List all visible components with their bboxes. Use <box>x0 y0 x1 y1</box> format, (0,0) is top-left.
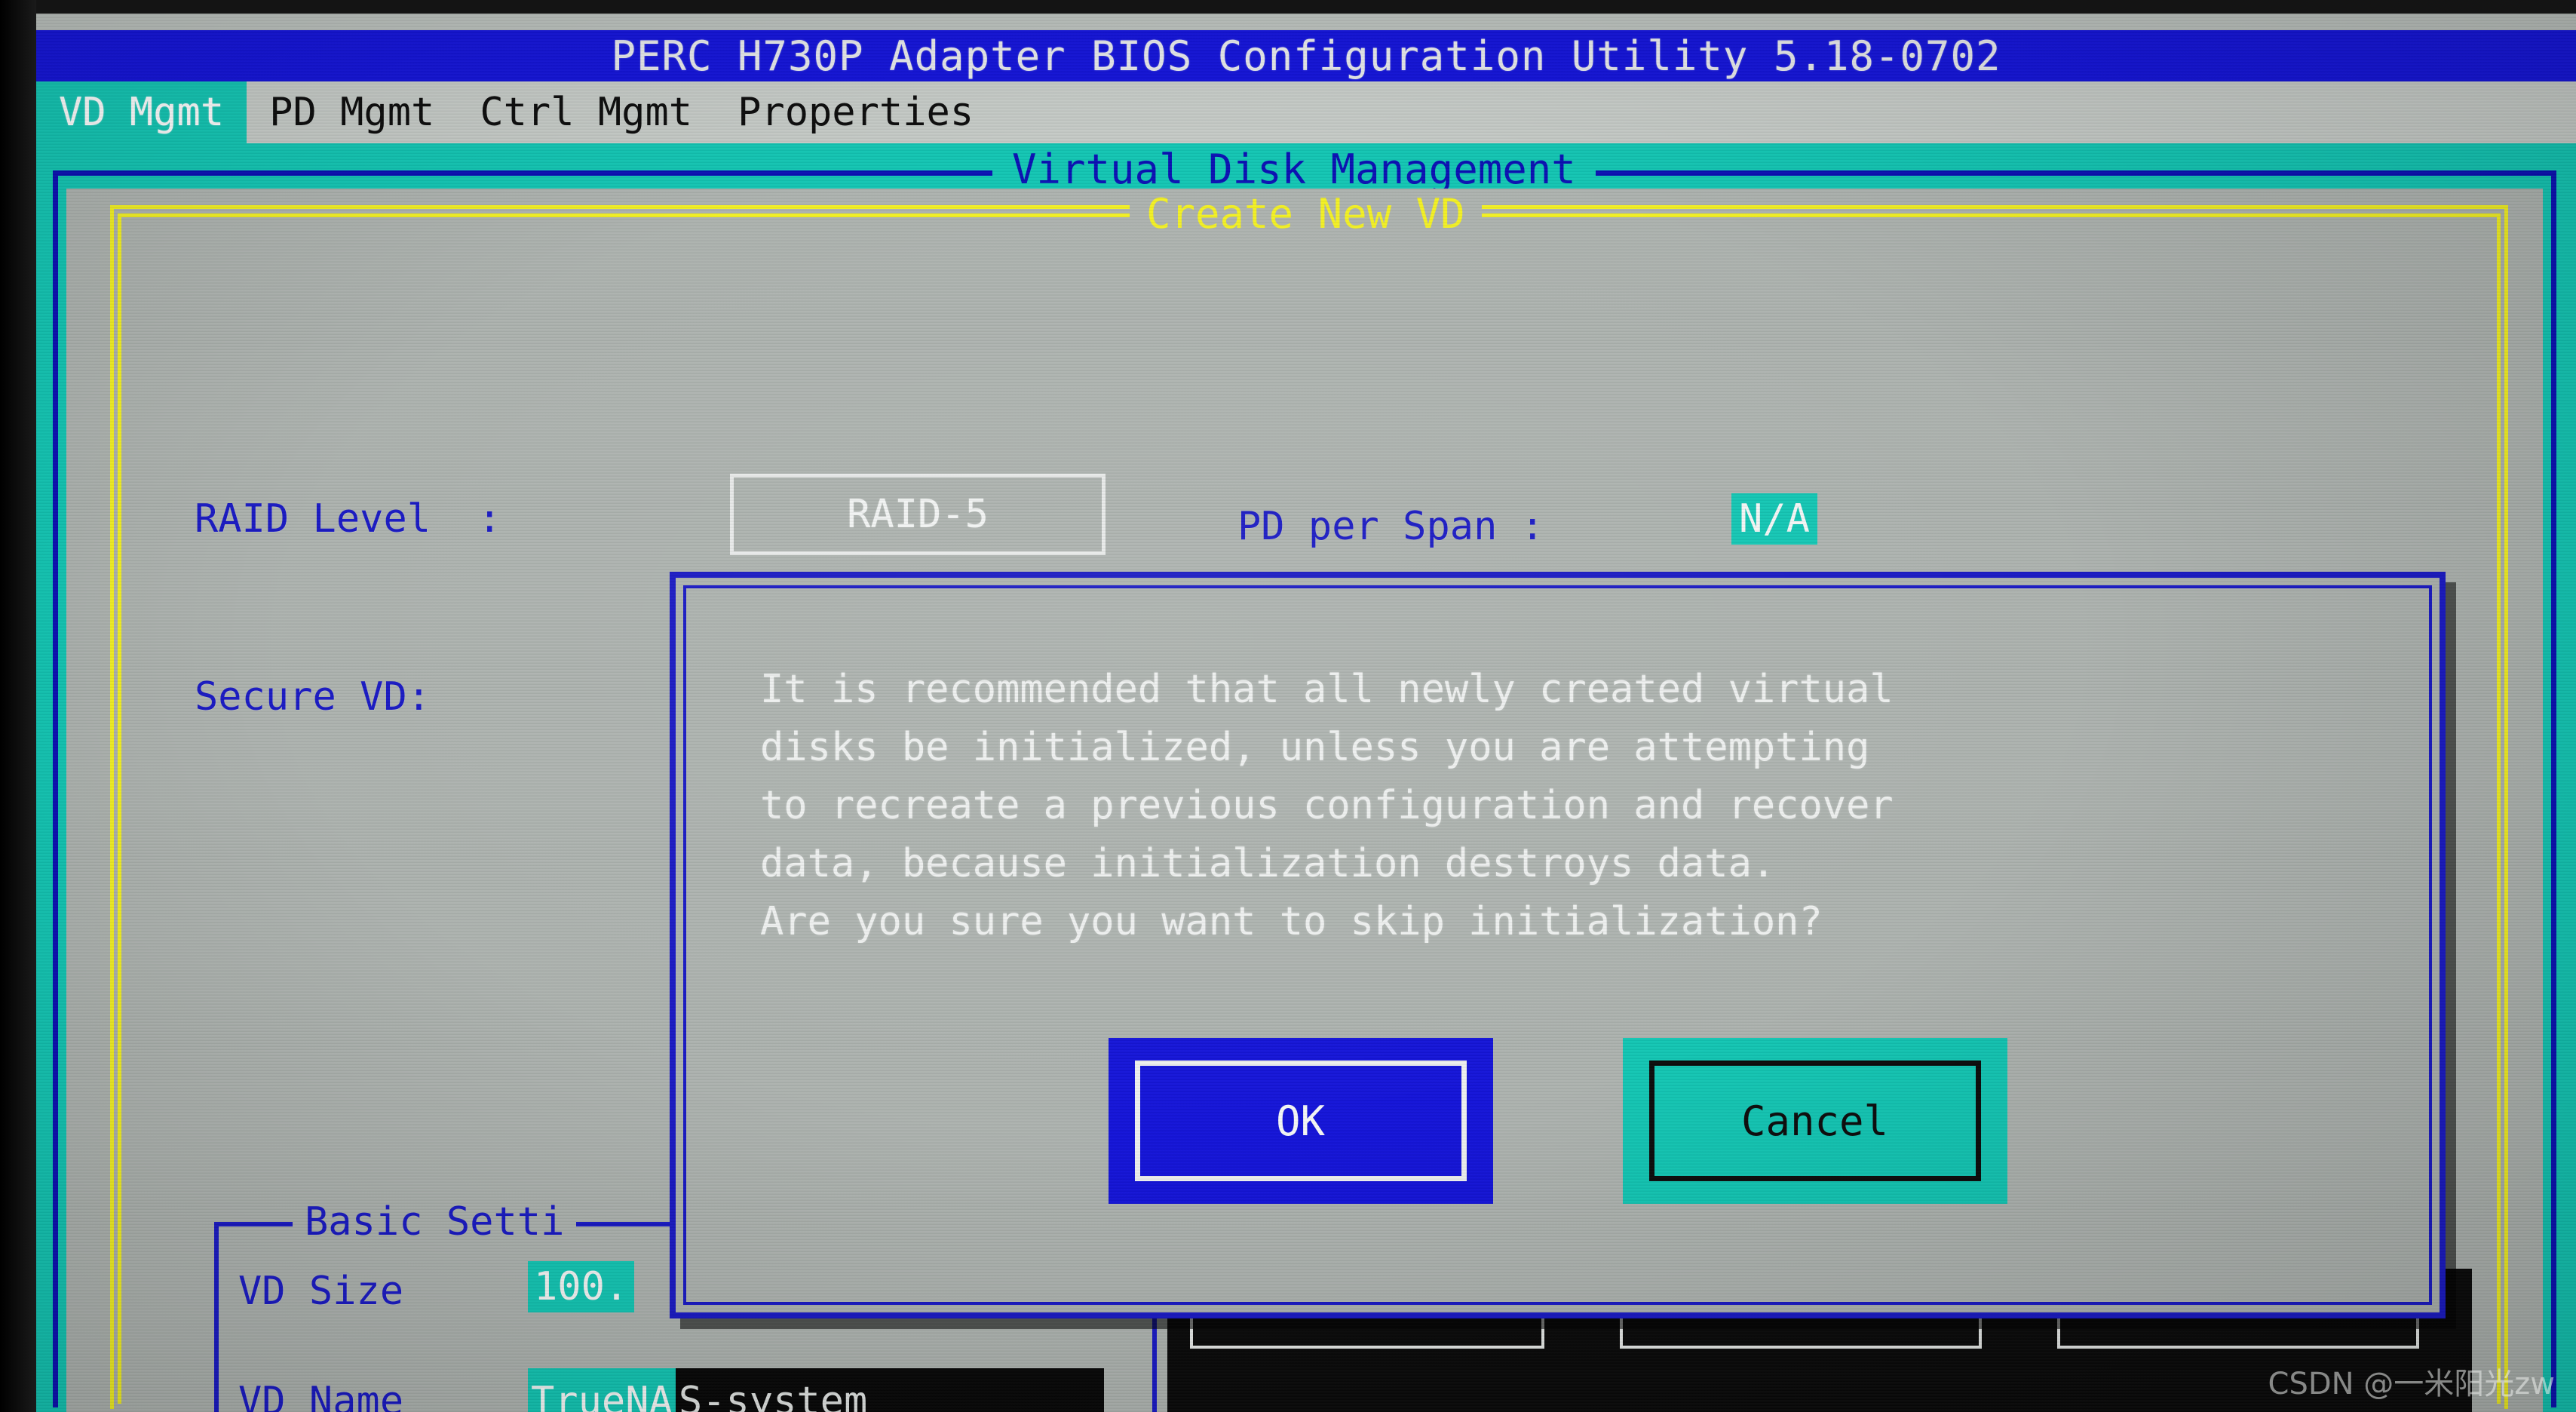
menu-item-properties[interactable]: Properties <box>715 81 996 143</box>
vd-name-input[interactable]: TrueNA S-system <box>528 1368 1104 1412</box>
secure-vd-label: Secure VD: <box>195 674 431 720</box>
menu-item-pd-mgmt[interactable]: PD Mgmt <box>247 81 457 143</box>
bezel-left <box>0 0 36 1412</box>
pd-per-span-value[interactable]: N/A <box>1731 493 1817 545</box>
ok-button-label: OK <box>1134 1061 1467 1181</box>
raid-level-select[interactable]: RAID-5 <box>730 474 1106 555</box>
cancel-button-label: Cancel <box>1648 1061 1981 1181</box>
bezel-top <box>0 0 2576 14</box>
title-bar: PERC H730P Adapter BIOS Configuration Ut… <box>36 30 2576 81</box>
virtual-disk-management-title: Virtual Disk Management <box>992 145 1596 195</box>
raid-level-value: RAID-5 <box>847 492 989 537</box>
skip-initialization-dialog: It is recommended that all newly created… <box>670 572 2446 1318</box>
watermark: CSDN @一米阳光zw <box>2268 1367 2555 1401</box>
raid-level-label: RAID Level : <box>195 496 501 542</box>
create-new-vd-pane: Create New VD RAID Level : RAID-5 PD per… <box>66 189 2543 1412</box>
vd-name-label: VD Name <box>238 1379 404 1412</box>
basic-settings-title: Basic Setti <box>293 1199 577 1245</box>
vd-name-selection: TrueNA <box>528 1368 676 1412</box>
window-title: PERC H730P Adapter BIOS Configuration Ut… <box>611 32 2001 80</box>
create-new-vd-title: Create New VD <box>1130 189 1482 244</box>
dialog-message: It is recommended that all newly created… <box>760 667 1894 944</box>
vd-size-input[interactable]: 100. <box>528 1261 635 1312</box>
cancel-button[interactable]: Cancel <box>1622 1038 2007 1204</box>
dialog-button-row: OK Cancel <box>676 1038 2440 1204</box>
menu-item-vd-mgmt[interactable]: VD Mgmt <box>36 81 247 143</box>
menu-item-ctrl-mgmt[interactable]: Ctrl Mgmt <box>457 81 715 143</box>
pd-per-span-label: PD per Span : <box>1237 504 1544 549</box>
ok-button[interactable]: OK <box>1108 1038 1493 1204</box>
bios-screen: PERC H730P Adapter BIOS Configuration Ut… <box>36 14 2576 1412</box>
vd-name-remainder: S-system <box>675 1368 1104 1412</box>
monitor-photo: PERC H730P Adapter BIOS Configuration Ut… <box>0 0 2576 1412</box>
vd-size-label: VD Size <box>238 1269 404 1314</box>
menu-bar[interactable]: VD Mgmt PD Mgmt Ctrl Mgmt Properties <box>36 81 2576 143</box>
